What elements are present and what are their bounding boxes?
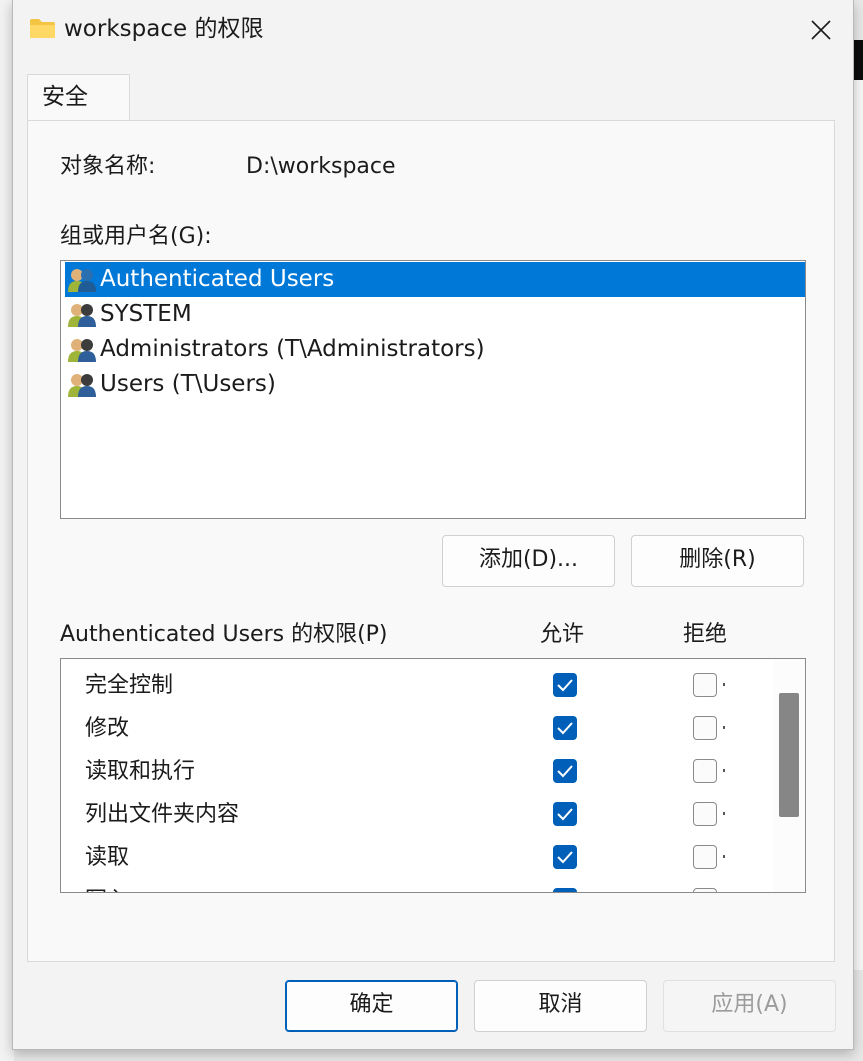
- permissions-scrollbar[interactable]: [773, 659, 805, 892]
- list-item[interactable]: SYSTEM: [65, 297, 805, 332]
- security-panel: 对象名称: D:\workspace 组或用户名(G): Authenticat…: [27, 120, 835, 962]
- cancel-button[interactable]: 取消: [474, 980, 647, 1032]
- permission-row: 写入: [61, 880, 773, 892]
- allow-checkbox[interactable]: [553, 759, 577, 783]
- checkmark-icon: [557, 722, 573, 735]
- apply-button[interactable]: 应用(A): [663, 980, 836, 1032]
- checkmark-icon: [557, 808, 573, 821]
- close-button[interactable]: [787, 0, 853, 60]
- focus-tick: [723, 683, 725, 686]
- deny-checkbox[interactable]: [693, 716, 717, 740]
- allow-checkbox[interactable]: [553, 888, 577, 892]
- users-group-icon: [68, 339, 96, 362]
- checkmark-icon: [557, 851, 573, 864]
- remove-button[interactable]: 删除(R): [631, 535, 804, 587]
- permission-name: 读取: [85, 845, 130, 870]
- permission-name: 写入: [85, 886, 129, 892]
- users-group-icon: [68, 374, 96, 397]
- permissions-label: Authenticated Users 的权限(P): [60, 622, 388, 647]
- permissions-list[interactable]: 完全控制 修改 读取和执行 列出文件夹内容 读取: [60, 658, 806, 893]
- users-group-icon: [68, 304, 96, 327]
- deny-checkbox[interactable]: [693, 802, 717, 826]
- permission-row: 完全控制: [61, 665, 773, 708]
- focus-tick: [723, 812, 725, 815]
- group-user-list[interactable]: Authenticated Users SYSTEM Administrator…: [60, 260, 806, 519]
- add-button[interactable]: 添加(D)...: [442, 535, 615, 587]
- deny-checkbox[interactable]: [693, 888, 717, 892]
- permission-name: 完全控制: [85, 673, 174, 698]
- list-item-label: Users (T\Users): [100, 371, 276, 397]
- permission-row: 修改: [61, 708, 773, 751]
- window-title: workspace 的权限: [64, 16, 264, 42]
- allow-checkbox[interactable]: [553, 802, 577, 826]
- title-bar[interactable]: workspace 的权限: [13, 0, 853, 60]
- permissions-dialog: workspace 的权限 安全 对象名称: D:\workspace 组或用户…: [12, 0, 854, 1050]
- close-icon: [811, 20, 831, 40]
- focus-tick: [723, 855, 725, 858]
- list-item[interactable]: Users (T\Users): [65, 367, 805, 402]
- tab-security[interactable]: 安全: [27, 74, 130, 121]
- object-name-value: D:\workspace: [246, 154, 396, 179]
- deny-checkbox[interactable]: [693, 845, 717, 869]
- checkmark-icon: [557, 765, 573, 778]
- groups-label: 组或用户名(G):: [60, 224, 212, 249]
- allow-checkbox[interactable]: [553, 716, 577, 740]
- deny-checkbox[interactable]: [693, 759, 717, 783]
- permission-row: 读取和执行: [61, 751, 773, 794]
- permission-name: 列出文件夹内容: [85, 802, 240, 827]
- allow-checkbox[interactable]: [553, 845, 577, 869]
- checkmark-icon: [557, 679, 573, 692]
- deny-checkbox[interactable]: [693, 673, 717, 697]
- permission-row: 列出文件夹内容: [61, 794, 773, 837]
- list-item-label: SYSTEM: [100, 301, 192, 327]
- allow-column-header: 允许: [540, 622, 585, 647]
- users-group-icon: [68, 269, 96, 292]
- deny-column-header: 拒绝: [683, 622, 728, 647]
- list-item-label: Authenticated Users: [100, 266, 335, 292]
- focus-tick: [723, 769, 725, 772]
- scroll-thumb[interactable]: [779, 693, 799, 817]
- list-item-label: Administrators (T\Administrators): [100, 336, 485, 362]
- focus-tick: [723, 726, 725, 729]
- permission-name: 修改: [85, 716, 130, 741]
- object-name-label: 对象名称:: [60, 154, 156, 179]
- allow-checkbox[interactable]: [553, 673, 577, 697]
- permission-name: 读取和执行: [85, 759, 196, 784]
- list-item[interactable]: Authenticated Users: [65, 262, 805, 297]
- folder-icon: [30, 19, 55, 38]
- permission-row: 读取: [61, 837, 773, 880]
- list-item[interactable]: Administrators (T\Administrators): [65, 332, 805, 367]
- ok-button[interactable]: 确定: [285, 980, 458, 1032]
